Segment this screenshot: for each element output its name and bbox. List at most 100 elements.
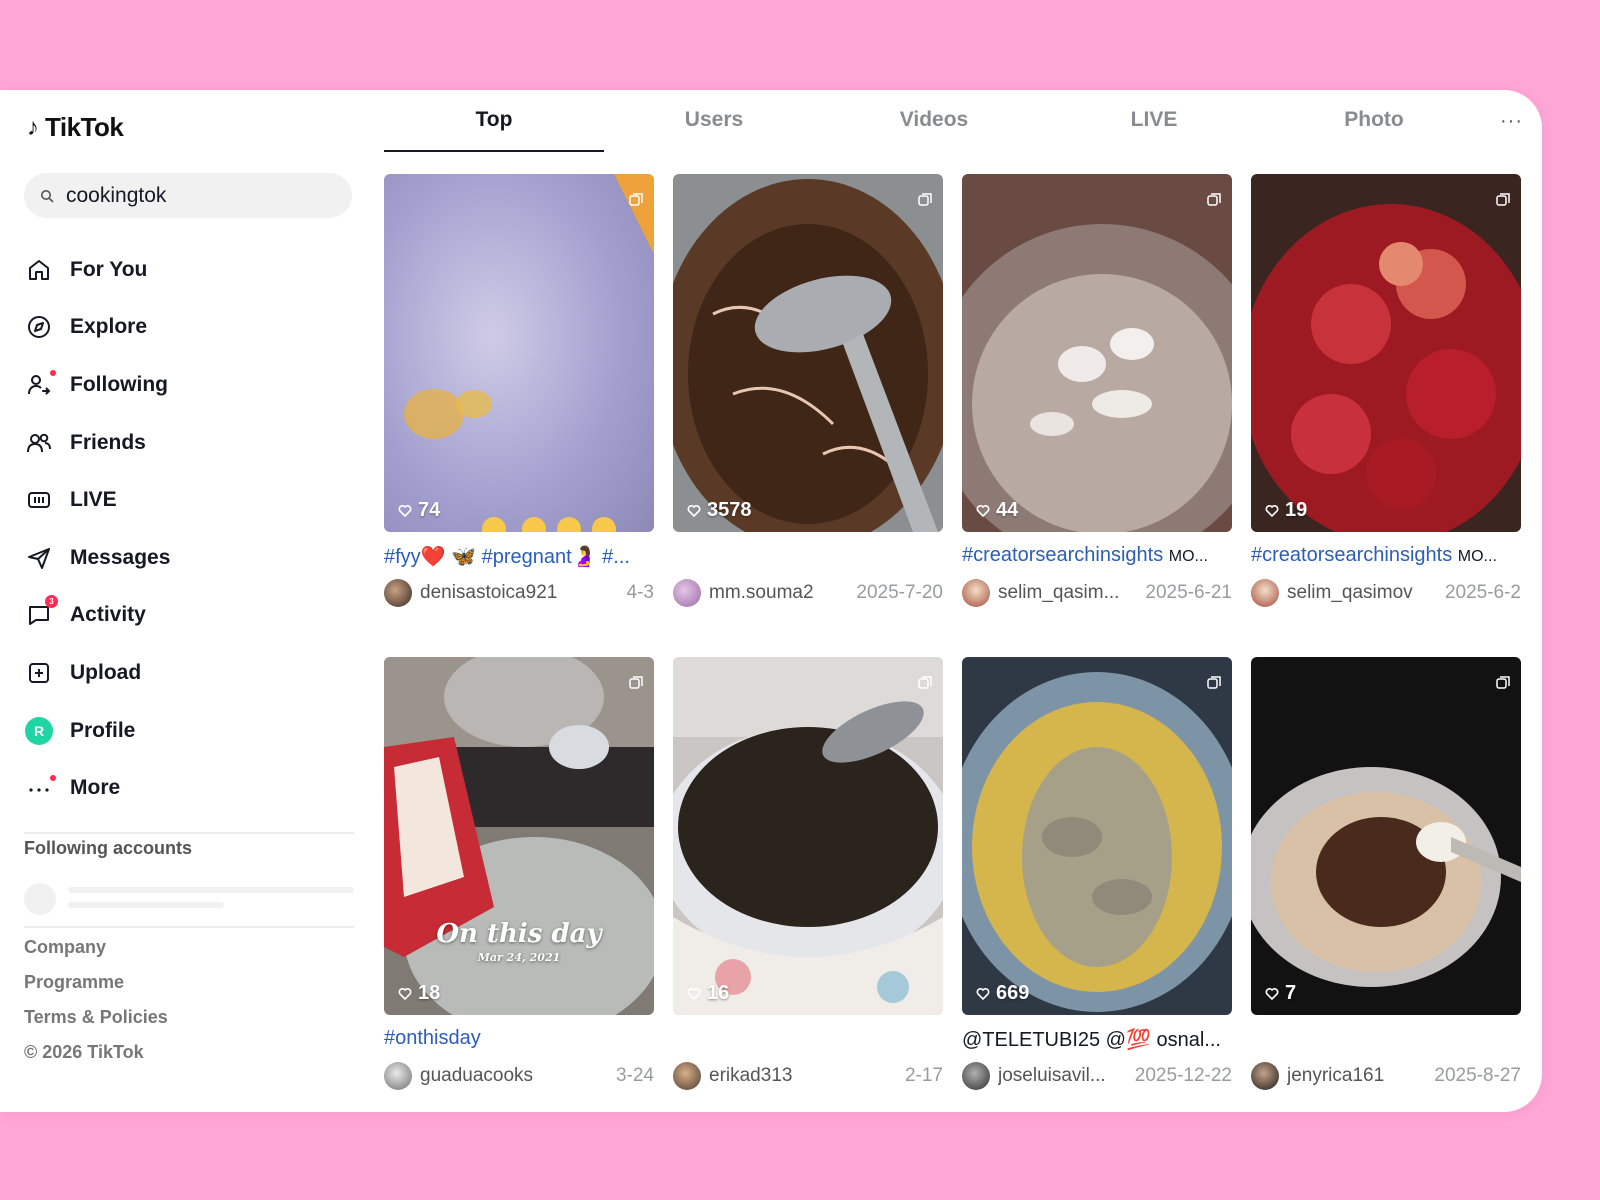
post-date: 3-24 <box>615 1065 654 1086</box>
footer-link-company[interactable]: Company <box>24 930 168 965</box>
post-date: 2025-7-20 <box>856 582 943 603</box>
more-icon <box>24 773 56 803</box>
like-count: 7 <box>1265 982 1296 1005</box>
video-thumbnail[interactable]: 74 <box>384 174 654 532</box>
sidebar-item-label: Upload <box>70 660 142 684</box>
username[interactable]: guaduacooks <box>420 1065 608 1087</box>
post-date: 2025-6-2 <box>1444 582 1521 603</box>
result-card[interactable]: 16 erikad313 2-17 <box>673 657 943 1091</box>
like-count: 19 <box>1265 499 1307 522</box>
footer-link-programme[interactable]: Programme <box>24 965 168 1000</box>
result-card[interactable]: On this day Mar 24, 2021 18 #onthisday g… <box>384 657 654 1091</box>
result-card[interactable]: 44 #creatorsearchinsights MO... selim_qa… <box>962 174 1232 608</box>
like-count: 3578 <box>687 499 752 522</box>
video-meta: mm.souma2 2025-7-20 <box>673 578 943 608</box>
avatar: R <box>25 716 53 745</box>
username[interactable]: erikad313 <box>709 1065 897 1087</box>
result-card[interactable]: 74 #fyy❤️ 🦋 #pregnant🤰 #... denisastoica… <box>384 174 654 608</box>
tab-live[interactable]: LIVE <box>1044 108 1264 152</box>
video-caption[interactable]: #creatorsearchinsights MO... <box>962 544 1232 570</box>
video-thumbnail[interactable]: On this day Mar 24, 2021 18 <box>384 657 654 1015</box>
heart-icon <box>398 504 412 517</box>
sidebar-item-profile[interactable]: R Profile <box>24 702 354 760</box>
sidebar-item-friends[interactable]: Friends <box>24 414 354 472</box>
sidebar-item-label: Messages <box>70 545 171 569</box>
result-card[interactable]: 19 #creatorsearchinsights MO... selim_qa… <box>1251 174 1521 608</box>
thumbnail-image <box>962 174 1232 532</box>
video-caption[interactable]: @TELETUBI25 @💯 osnal... <box>962 1027 1232 1053</box>
video-thumbnail[interactable]: 3578 <box>673 174 943 532</box>
video-thumbnail[interactable]: 44 <box>962 174 1232 532</box>
username[interactable]: jenyrica161 <box>1287 1065 1426 1087</box>
video-thumbnail[interactable]: 19 <box>1251 174 1521 532</box>
video-caption[interactable]: #onthisday <box>384 1027 654 1053</box>
video-caption[interactable] <box>1251 1027 1521 1053</box>
sidebar-item-upload[interactable]: Upload <box>24 644 354 702</box>
sidebar-item-more[interactable]: More <box>24 759 354 817</box>
footer-link-terms[interactable]: Terms & Policies <box>24 1000 168 1035</box>
sidebar-item-for-you[interactable]: For You <box>24 241 354 299</box>
caption-more: MO... <box>1457 548 1497 565</box>
result-card[interactable]: 7 jenyrica161 2025-8-27 <box>1251 657 1521 1091</box>
video-thumbnail[interactable]: 7 <box>1251 657 1521 1015</box>
overlay-date: Mar 24, 2021 <box>477 951 561 964</box>
result-card[interactable]: 669 @TELETUBI25 @💯 osnal... joseluisavil… <box>962 657 1232 1091</box>
thumbnail-image <box>1251 657 1521 1015</box>
tiktok-logo[interactable]: ♪ TikTok <box>27 112 124 143</box>
video-caption[interactable]: #fyy❤️ 🦋 #pregnant🤰 #... <box>384 544 654 570</box>
video-meta: denisastoica921 4-3 <box>384 578 654 608</box>
more-tabs-icon[interactable]: ··· <box>1500 110 1523 133</box>
like-count-value: 74 <box>418 499 441 521</box>
heart-icon <box>1265 504 1279 517</box>
search-icon <box>41 189 54 202</box>
hashtag[interactable]: #creatorsearchinsights <box>1251 544 1452 566</box>
skeleton-avatar <box>24 883 56 915</box>
sidebar-item-label: LIVE <box>70 488 117 512</box>
video-caption[interactable] <box>673 544 943 570</box>
avatar[interactable] <box>962 579 990 607</box>
avatar[interactable] <box>673 1062 701 1090</box>
sidebar-item-following[interactable]: Following <box>24 356 354 414</box>
video-caption[interactable]: #creatorsearchinsights MO... <box>1251 544 1521 570</box>
username[interactable]: denisastoica921 <box>420 582 619 604</box>
video-thumbnail[interactable]: 669 <box>962 657 1232 1015</box>
avatar[interactable] <box>384 579 412 607</box>
sidebar-item-activity[interactable]: 3 Activity <box>24 587 354 645</box>
tab-top[interactable]: Top <box>384 108 604 152</box>
footer-links: Company Programme Terms & Policies © 202… <box>24 930 168 1070</box>
sidebar-item-explore[interactable]: Explore <box>24 299 354 357</box>
hashtag[interactable]: #creatorsearchinsights <box>962 544 1163 566</box>
avatar[interactable] <box>1251 1062 1279 1090</box>
like-count-value: 3578 <box>707 499 752 521</box>
video-thumbnail[interactable]: 16 <box>673 657 943 1015</box>
search-input[interactable] <box>64 182 328 209</box>
sidebar-item-label: More <box>70 776 121 800</box>
skeleton-line <box>68 902 224 908</box>
tab-videos[interactable]: Videos <box>824 108 1044 152</box>
tab-users[interactable]: Users <box>604 108 824 152</box>
sidebar-item-messages[interactable]: Messages <box>24 529 354 587</box>
avatar[interactable] <box>962 1062 990 1090</box>
avatar[interactable] <box>384 1062 412 1090</box>
multi-video-icon <box>1496 193 1510 206</box>
video-caption[interactable] <box>673 1027 943 1053</box>
plus-square-icon <box>24 658 54 688</box>
mention-caption[interactable]: @TELETUBI25 @💯 osnal... <box>962 1029 1221 1051</box>
heart-icon <box>687 504 701 517</box>
multi-video-icon <box>629 676 643 689</box>
username[interactable]: mm.souma2 <box>709 582 848 604</box>
thumbnail-image <box>384 174 654 532</box>
username[interactable]: selim_qasimov <box>1287 582 1437 604</box>
username[interactable]: selim_qasim... <box>998 582 1137 604</box>
sidebar-nav: For You Explore Following Friends LIVE M… <box>24 241 354 817</box>
sidebar-item-live[interactable]: LIVE <box>24 471 354 529</box>
username[interactable]: joseluisavil... <box>998 1065 1127 1087</box>
like-count-value: 18 <box>418 982 441 1004</box>
search-bar[interactable] <box>24 173 352 218</box>
avatar[interactable] <box>1251 579 1279 607</box>
result-card[interactable]: 3578 mm.souma2 2025-7-20 <box>673 174 943 608</box>
avatar[interactable] <box>673 579 701 607</box>
tab-photo[interactable]: Photo <box>1264 108 1484 152</box>
following-icon <box>24 369 56 400</box>
video-meta: guaduacooks 3-24 <box>384 1061 654 1091</box>
